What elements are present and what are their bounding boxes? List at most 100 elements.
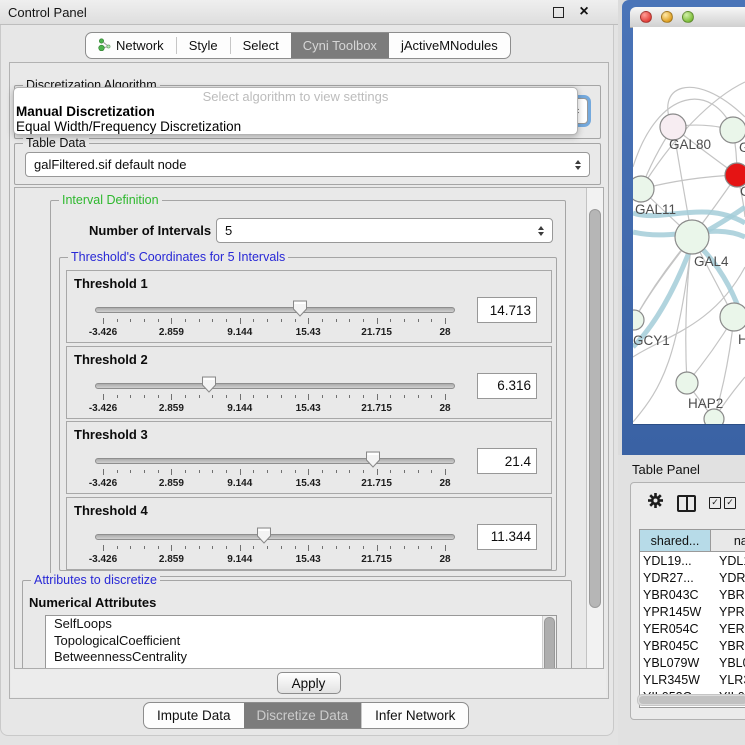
slider-track[interactable]: [95, 458, 455, 464]
tab-label: Cyni Toolbox: [303, 38, 377, 53]
attribute-item[interactable]: SelfLoops: [46, 616, 556, 633]
slider-track[interactable]: [95, 534, 455, 540]
tick-mark: [212, 470, 213, 473]
tick-mark: [240, 394, 241, 400]
network-node[interactable]: [704, 409, 724, 424]
threshold-slider[interactable]: -3.4262.8599.14415.4321.71528: [95, 534, 453, 540]
threshold-value-field[interactable]: 21.4: [477, 448, 537, 474]
network-icon: [98, 38, 111, 54]
network-graph[interactable]: GAL80GACGAL11GAL4GCY1HHAP2: [633, 27, 745, 424]
tick-label: 15.43: [296, 327, 321, 338]
algorithm-option-manual-discretization[interactable]: Manual Discretization: [14, 104, 577, 119]
tick-mark: [281, 470, 282, 473]
cell-shared-name: YDL19...: [640, 554, 710, 568]
minimize-traffic-light[interactable]: [661, 11, 673, 23]
attribute-item[interactable]: TopologicalCoefficient: [46, 633, 556, 650]
tab-label: Style: [189, 38, 218, 53]
column-header-shared-name[interactable]: shared...: [640, 530, 711, 551]
network-node[interactable]: [675, 220, 709, 254]
tick-mark: [226, 319, 227, 322]
slider-thumb[interactable]: [201, 376, 217, 393]
thresholds-group: Threshold's Coordinates for 5 Intervals …: [59, 257, 557, 571]
node-label: HAP2: [688, 396, 723, 411]
slider-track[interactable]: [95, 383, 455, 389]
network-canvas[interactable]: GAL80GACGAL11GAL4GCY1HHAP2: [633, 27, 745, 425]
network-node[interactable]: [676, 372, 698, 394]
table-row[interactable]: YDL19...YDL1: [640, 552, 745, 569]
network-node[interactable]: [720, 303, 745, 331]
tick-mark: [336, 546, 337, 549]
tick-mark: [404, 546, 405, 549]
table-hscrollbar-thumb[interactable]: [639, 696, 745, 704]
node-label: GAL11: [635, 202, 676, 217]
tick-mark: [253, 319, 254, 322]
threshold-slider[interactable]: -3.4262.8599.14415.4321.71528: [95, 307, 453, 313]
apply-button[interactable]: Apply: [277, 672, 341, 694]
table-header-row: shared... name: [639, 529, 745, 552]
tab-select[interactable]: Select: [231, 33, 291, 58]
table-row[interactable]: YLR345WYLR3: [640, 671, 745, 688]
algorithm-option-equal-width-frequency-discretization[interactable]: Equal Width/Frequency Discretization: [14, 119, 577, 134]
float-window-icon[interactable]: [553, 7, 564, 18]
bottom-tab-infer-network[interactable]: Infer Network: [361, 703, 468, 728]
cell-shared-name: YDR27...: [640, 571, 710, 585]
threshold-slider[interactable]: -3.4262.8599.14415.4321.71528: [95, 458, 453, 464]
tick-label: 9.144: [227, 478, 252, 489]
table-data-combobox[interactable]: galFiltered.sif default node: [25, 152, 590, 177]
tab-network[interactable]: Network: [86, 33, 176, 58]
tick-label: 28: [439, 327, 450, 338]
network-node[interactable]: [633, 310, 644, 330]
slider-thumb[interactable]: [292, 300, 308, 317]
table-horizontal-scrollbar[interactable]: [637, 694, 745, 706]
tick-mark: [349, 546, 350, 549]
tab-cyni-toolbox[interactable]: Cyni Toolbox: [291, 33, 389, 58]
number-of-intervals-label: Number of Intervals: [89, 223, 211, 238]
tick-mark: [418, 319, 419, 322]
column-header-name[interactable]: name: [711, 530, 745, 551]
zoom-traffic-light[interactable]: [682, 11, 694, 23]
attributes-scrollbar[interactable]: [542, 616, 556, 669]
slider-thumb[interactable]: [256, 527, 272, 544]
tick-label: -3.426: [89, 478, 117, 489]
tab-style[interactable]: Style: [177, 33, 230, 58]
bottom-tab-discretize-data[interactable]: Discretize Data: [244, 703, 362, 728]
table-row[interactable]: YDR27...YDR2: [640, 569, 745, 586]
threshold-value-field[interactable]: 6.316: [477, 373, 537, 399]
table-row[interactable]: YBR045CYBR0: [640, 637, 745, 654]
attributes-scrollbar-thumb[interactable]: [544, 617, 555, 669]
gear-icon[interactable]: [647, 492, 664, 514]
tick-mark: [130, 546, 131, 549]
node-table: shared... name YDL19...YDL1YDR27...YDR2Y…: [639, 529, 745, 708]
cell-shared-name: YLR345W: [640, 673, 710, 687]
tick-mark: [295, 546, 296, 549]
table-row[interactable]: YPR145WYPR1: [640, 603, 745, 620]
tab-jactivemnodules[interactable]: jActiveMNodules: [389, 33, 510, 58]
threshold-value-field[interactable]: 11.344: [477, 524, 537, 550]
table-row[interactable]: YBL079WYBL0: [640, 654, 745, 671]
threshold-slider[interactable]: -3.4262.8599.14415.4321.71528: [95, 383, 453, 389]
slider-track[interactable]: [95, 307, 455, 313]
bottom-tab-impute-data[interactable]: Impute Data: [144, 703, 244, 728]
table-row[interactable]: YER054CYER0: [640, 620, 745, 637]
checkbox-icon[interactable]: [709, 497, 721, 509]
numerical-attributes-list: SelfLoopsTopologicalCoefficientBetweenne…: [45, 615, 557, 669]
slider-tick-labels: -3.4262.8599.14415.4321.71528: [95, 478, 453, 489]
split-columns-icon[interactable]: [677, 495, 696, 512]
settings-vertical-scrollbar[interactable]: [586, 188, 603, 668]
control-panel-title: Control Panel: [0, 5, 553, 20]
tick-mark: [322, 546, 323, 549]
checkbox-icons[interactable]: [709, 497, 736, 509]
number-of-intervals-combobox[interactable]: 5: [216, 218, 553, 243]
threshold-value-field[interactable]: 14.713: [477, 297, 537, 323]
network-node[interactable]: [633, 176, 654, 202]
checkbox-icon[interactable]: [724, 497, 736, 509]
settings-scrollbar-thumb[interactable]: [589, 209, 601, 608]
slider-thumb[interactable]: [365, 451, 381, 468]
attribute-item[interactable]: BetweennessCentrality: [46, 649, 556, 666]
table-row[interactable]: YBR043CYBR0: [640, 586, 745, 603]
tick-mark: [158, 470, 159, 473]
close-icon[interactable]: [576, 4, 592, 20]
close-traffic-light[interactable]: [640, 11, 652, 23]
tick-mark: [390, 470, 391, 473]
cell-shared-name: YBL079W: [640, 656, 710, 670]
